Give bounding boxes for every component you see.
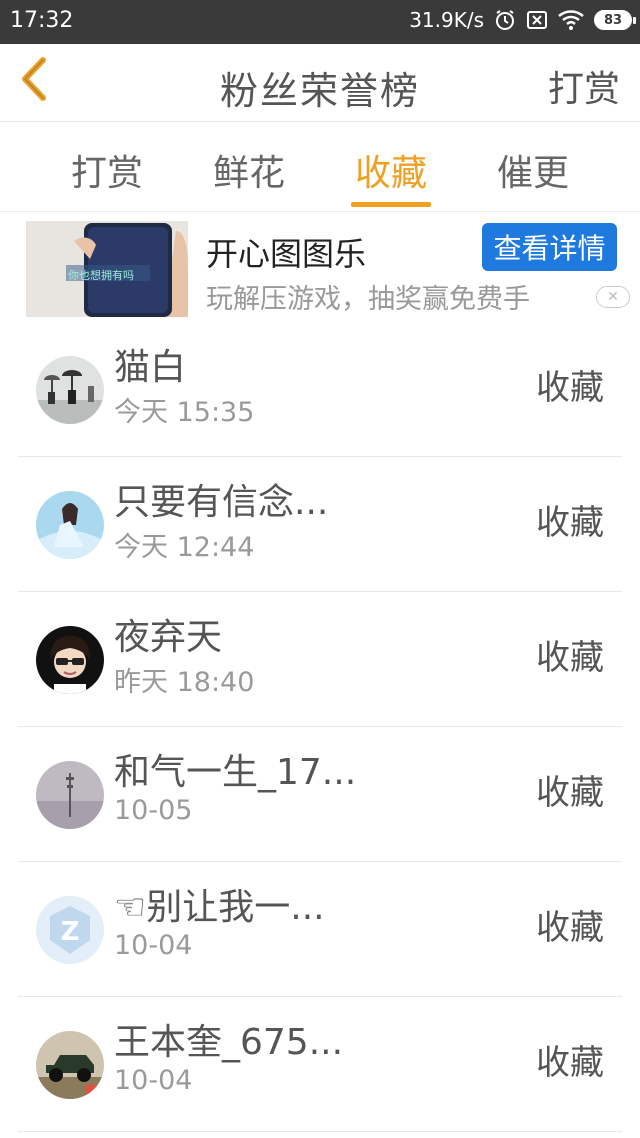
- svg-text:Z: Z: [61, 917, 80, 947]
- fan-name: 和气一生_17...: [114, 752, 357, 793]
- status-bar: 17:32 31.9K/s 83: [0, 0, 640, 44]
- avatar: [36, 491, 104, 559]
- fan-name: 王本奎_675...: [114, 1022, 344, 1063]
- fan-time: 10-04: [114, 1065, 193, 1096]
- list-item[interactable]: 猫白 今天 15:35 收藏: [18, 322, 622, 457]
- avatar: [36, 761, 104, 829]
- avatar: [36, 1031, 104, 1099]
- network-speed: 31.9K/s: [409, 8, 484, 32]
- list-item[interactable]: 只要有信念... 今天 12:44 收藏: [18, 457, 622, 592]
- fan-action: 收藏: [536, 368, 604, 408]
- tab-flowers[interactable]: 鲜花: [199, 144, 299, 196]
- nav-bar: 粉丝荣誉榜 打赏: [0, 44, 640, 122]
- ad-banner[interactable]: 你也想拥有吗 开心图图乐 玩解压游戏，抽奖赢免费手 查看详情: [0, 213, 640, 323]
- fan-name: 夜弃天: [114, 617, 223, 658]
- avatar: [36, 626, 104, 694]
- fan-action: 收藏: [536, 908, 604, 948]
- fan-time: 10-05: [114, 795, 193, 826]
- tab-reward[interactable]: 打赏: [57, 144, 157, 196]
- active-tab-indicator: [351, 202, 431, 207]
- list-item[interactable]: Z ☜别让我一... 10-04 收藏: [18, 862, 622, 997]
- fan-action: 收藏: [536, 638, 604, 678]
- fan-action: 收藏: [536, 773, 604, 813]
- view-details-button[interactable]: 查看详情: [482, 223, 617, 271]
- battery-icon: 83: [594, 10, 636, 30]
- reward-button[interactable]: 打赏: [548, 60, 620, 112]
- fan-name: 只要有信念...: [114, 482, 329, 523]
- fan-action: 收藏: [536, 503, 604, 543]
- list-item[interactable]: 夜弃天 昨天 18:40 收藏: [18, 592, 622, 727]
- ad-description: 玩解压游戏，抽奖赢免费手: [206, 284, 530, 315]
- fan-time: 10-04: [114, 930, 193, 961]
- ad-title: 开心图图乐: [206, 235, 367, 273]
- close-icon: ✕: [607, 289, 619, 305]
- ad-thumbnail: 你也想拥有吗: [26, 221, 188, 317]
- fan-time: 昨天 18:40: [114, 667, 255, 698]
- fan-time: 今天 12:44: [114, 532, 255, 563]
- tab-bar: 打赏 鲜花 收藏 催更: [0, 122, 640, 212]
- list-item[interactable]: 王本奎_675... 10-04 收藏: [18, 997, 622, 1132]
- page-title: 粉丝荣誉榜: [219, 69, 420, 113]
- tab-favorites[interactable]: 收藏: [341, 144, 441, 196]
- tab-urge-update[interactable]: 催更: [483, 144, 583, 196]
- status-time: 17:32: [10, 8, 74, 33]
- fan-list: 猫白 今天 15:35 收藏 只要有信念... 今天 12:44 收藏 夜弃天 …: [0, 322, 640, 1132]
- list-item[interactable]: 和气一生_17... 10-05 收藏: [18, 727, 622, 862]
- ad-thumb-caption: 你也想拥有吗: [68, 269, 134, 282]
- fan-name: ☜别让我一...: [114, 887, 325, 928]
- ad-close-button[interactable]: ✕: [596, 286, 630, 308]
- alarm-icon: [494, 9, 516, 31]
- fan-name: 猫白: [114, 347, 187, 388]
- sim-off-icon: [526, 10, 548, 30]
- avatar: [36, 356, 104, 424]
- fan-action: 收藏: [536, 1043, 604, 1083]
- avatar: Z: [36, 896, 104, 964]
- fan-time: 今天 15:35: [114, 397, 255, 428]
- wifi-icon: [558, 10, 584, 30]
- status-right: 31.9K/s 83: [409, 8, 636, 32]
